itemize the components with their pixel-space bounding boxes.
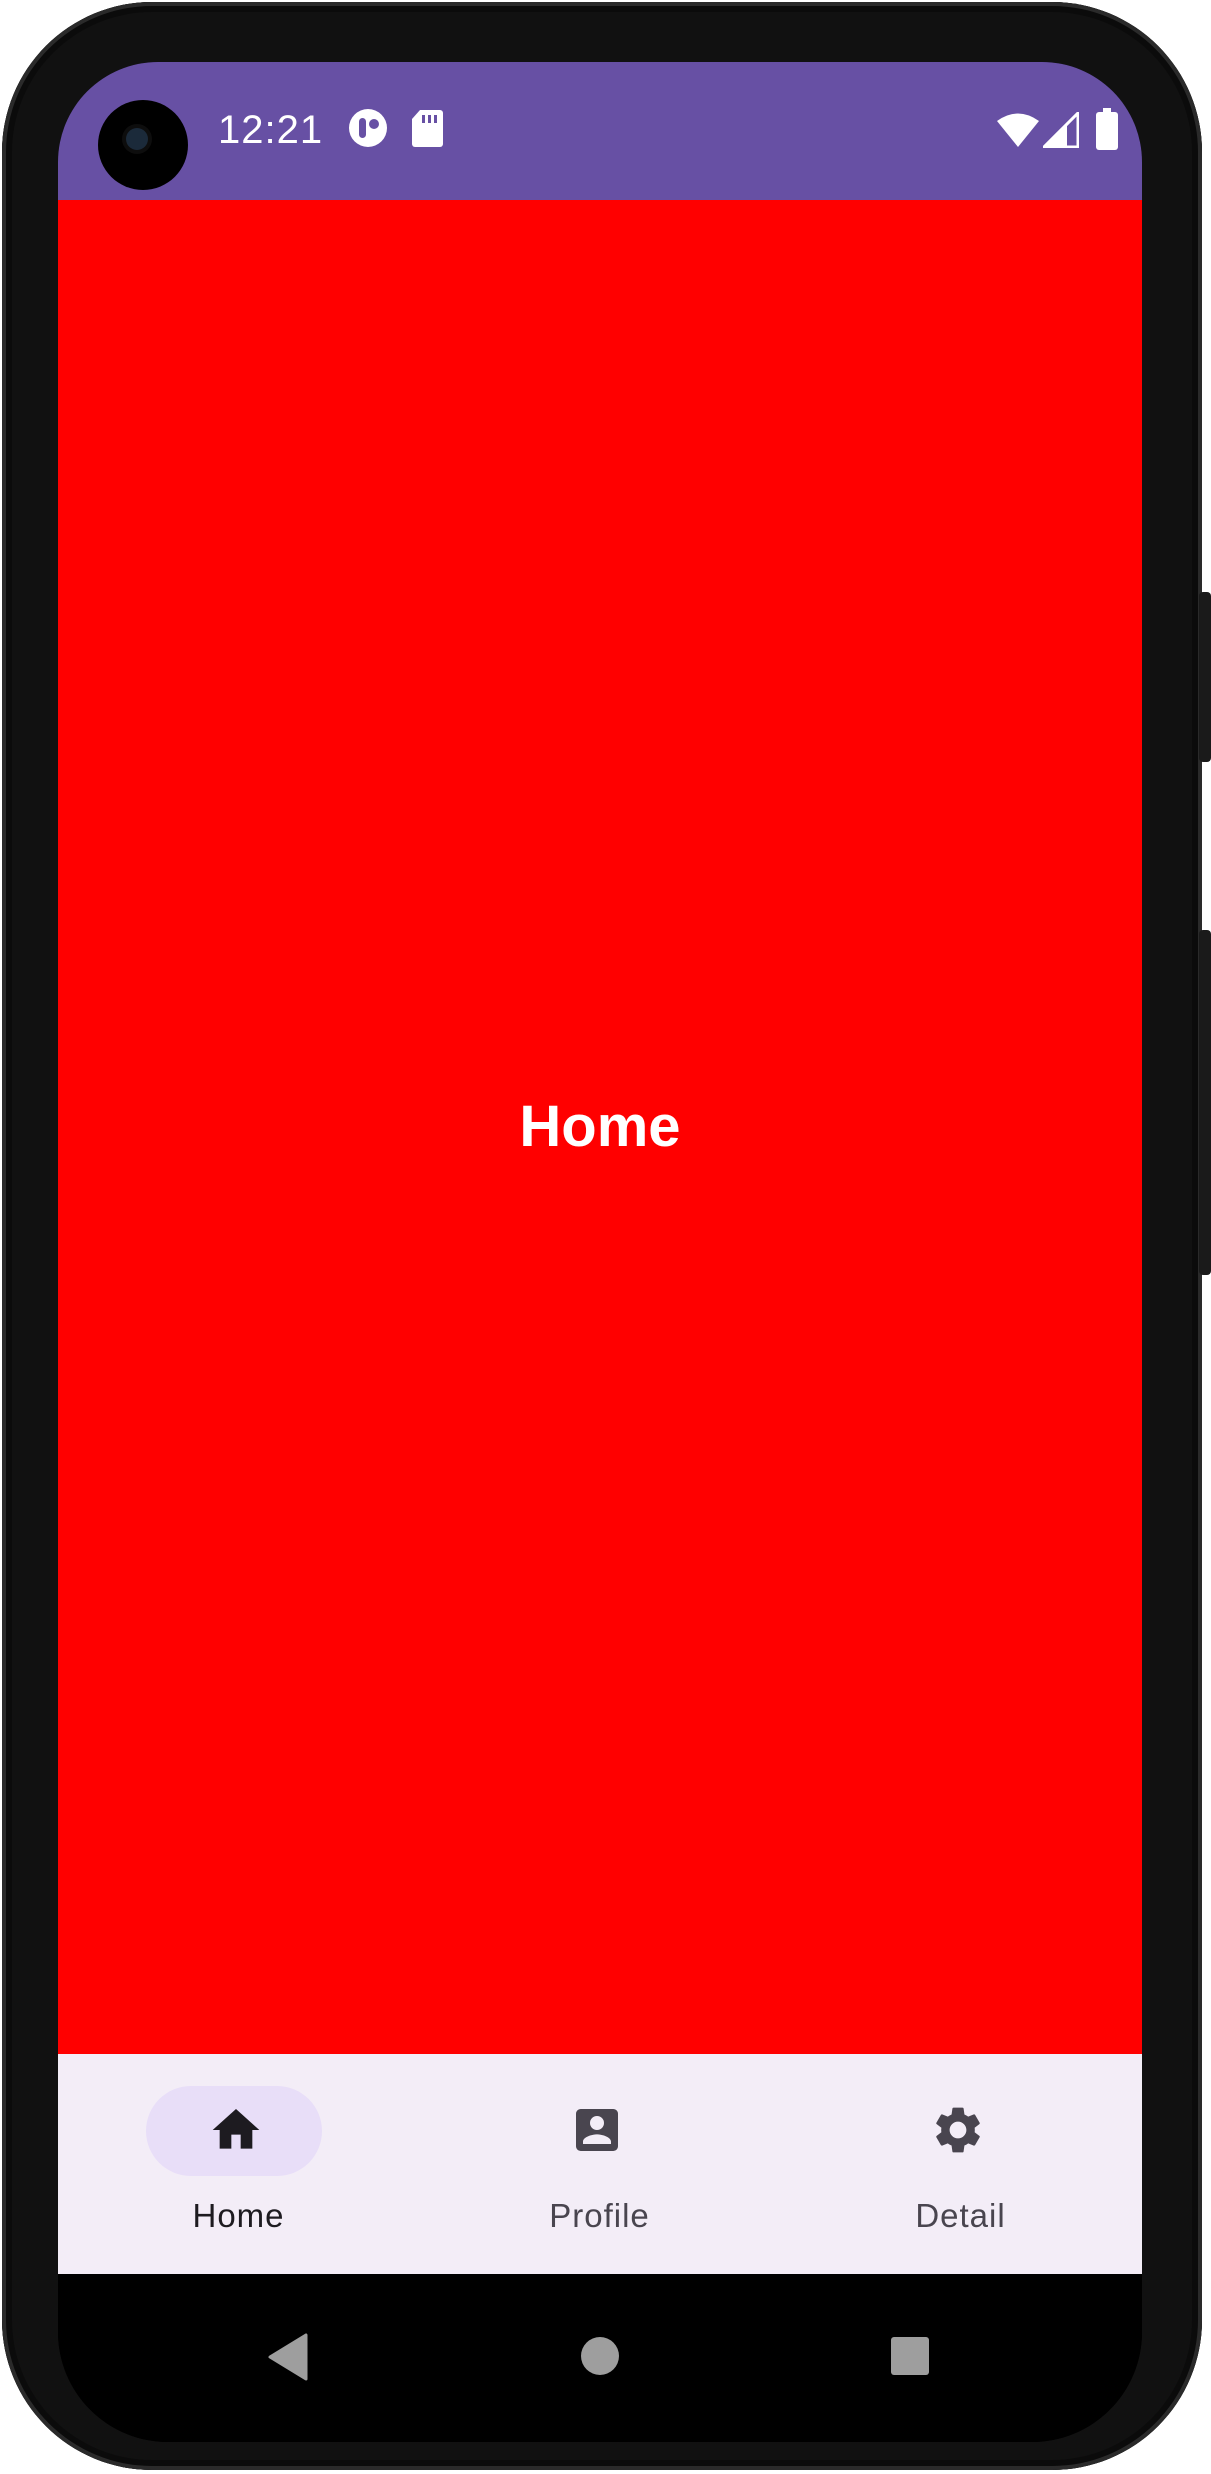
wifi-icon	[997, 113, 1039, 147]
cellular-signal-icon	[1043, 112, 1079, 148]
home-screen-content: Home	[58, 200, 1142, 2054]
nav-item-profile[interactable]: Profile	[419, 2054, 780, 2274]
home-circle-icon[interactable]	[580, 2336, 620, 2376]
screen-title: Home	[519, 1094, 681, 1159]
nav-label-profile: Profile	[549, 2197, 650, 2234]
nav-item-detail[interactable]: Detail	[780, 2054, 1141, 2274]
phone-screen: 12:21 Home Home Profile Detail	[58, 62, 1142, 2442]
power-button	[1199, 592, 1211, 762]
system-navigation-bar	[58, 2274, 1142, 2442]
app-notification-icon	[349, 109, 387, 147]
back-icon[interactable]	[266, 2332, 310, 2382]
status-time: 12:21	[218, 108, 324, 152]
nav-label-home: Home	[192, 2197, 285, 2234]
bottom-navigation-bar: Home Profile Detail	[58, 2054, 1142, 2274]
nav-item-home[interactable]: Home	[58, 2054, 419, 2274]
settings-gear-icon	[936, 2107, 980, 2153]
front-camera	[98, 100, 188, 190]
account-box-icon	[576, 2109, 618, 2151]
battery-icon	[1096, 108, 1118, 150]
home-icon	[212, 2109, 260, 2149]
status-bar: 12:21	[58, 62, 1142, 200]
sd-card-icon	[412, 110, 443, 147]
volume-rocker	[1199, 930, 1211, 1275]
nav-label-detail: Detail	[915, 2197, 1006, 2234]
recents-square-icon[interactable]	[890, 2336, 930, 2376]
